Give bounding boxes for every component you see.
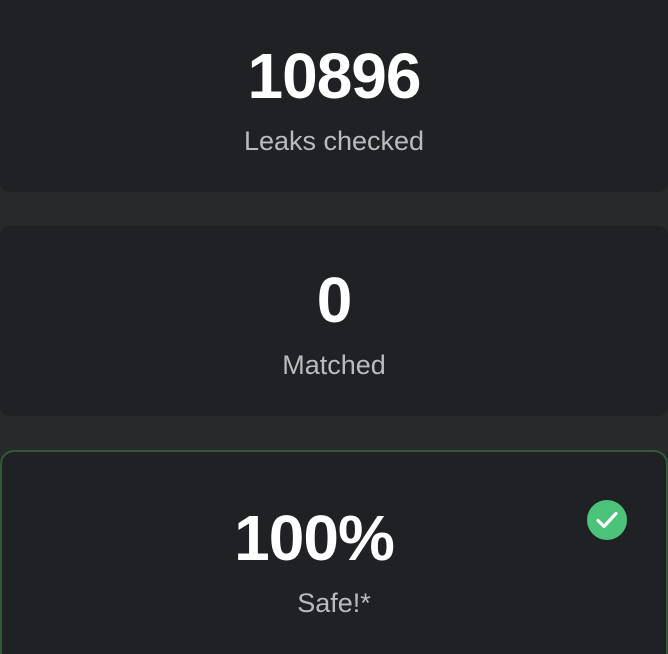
safe-percentage: 100% [234,502,395,574]
check-circle-icon [587,500,627,540]
matched-label: Matched [282,350,386,380]
matched-card: 0 Matched [0,226,668,416]
matched-count: 0 [316,264,353,336]
leaks-checked-card: 10896 Leaks checked [0,0,668,192]
checkmark-glyph [596,511,618,529]
safe-label: Safe!* [297,588,371,618]
leaks-checked-count: 10896 [247,40,422,112]
safe-card: 100% Safe!* [0,450,668,654]
leaks-checked-label: Leaks checked [243,126,425,156]
stats-page: 10896 Leaks checked 0 Matched 100% Safe!… [0,0,668,654]
